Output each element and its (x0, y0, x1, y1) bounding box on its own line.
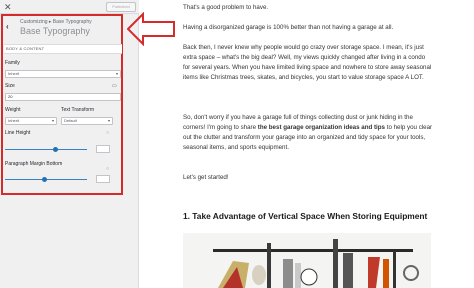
paragraph: So, don't worry if you have a garage ful… (183, 113, 433, 153)
weight-select[interactable]: Inherit ▾ (5, 117, 57, 125)
chevron-left-icon[interactable]: ‹ (6, 22, 9, 31)
garage-equipment-image (183, 233, 431, 288)
paragraph-margin-slider-thumb[interactable] (41, 177, 47, 182)
section-heading: 1. Take Advantage of Vertical Space When… (183, 211, 428, 221)
family-select[interactable]: Inherit ▾ (5, 70, 121, 78)
paragraph: That's a good problem to have. (183, 4, 269, 11)
arrow-left-icon (127, 12, 175, 46)
reset-icon[interactable]: ○ (106, 166, 109, 172)
paragraph: Let's get started! (183, 174, 229, 181)
paragraph: Having a disorganized garage is 100% bet… (183, 24, 394, 31)
transform-label: Text Transform (61, 107, 95, 113)
family-value: Inherit (8, 71, 20, 76)
panel-title: Base Typography (20, 26, 90, 36)
paragraph-margin-label: Paragraph Margin Bottom (5, 161, 63, 167)
group-header: BODY & CONTENT (4, 44, 122, 54)
reset-icon[interactable]: ○ (106, 130, 109, 136)
publish-button[interactable]: Published (106, 2, 136, 12)
weight-value: Inherit (8, 118, 20, 123)
paragraph-margin-input[interactable] (96, 175, 110, 183)
paragraph: Back then, I never knew why people would… (183, 44, 432, 81)
line-height-label: Line Height (5, 130, 31, 136)
chevron-down-icon: ▾ (107, 118, 110, 123)
text-transform-select[interactable]: Default ▾ (61, 117, 113, 125)
base-typography-panel: ‹ Customizing ▸ Base Typography Base Typ… (1, 14, 123, 195)
chevron-down-icon: ▾ (115, 71, 118, 76)
paragraph-bold-text: the best garage organization ideas and t… (257, 124, 385, 131)
family-label: Family (5, 60, 20, 66)
transform-value: Default (64, 118, 77, 123)
line-height-slider[interactable] (5, 149, 87, 150)
breadcrumb: Customizing ▸ Base Typography (20, 19, 92, 25)
customizer-screen: ✕ Published ‹ Customizing ▸ Base Typogra… (0, 0, 474, 288)
line-height-slider-thumb[interactable] (53, 147, 59, 152)
customizer-topbar: ✕ Published (0, 0, 139, 14)
garage-photo (183, 233, 431, 288)
weight-label: Weight (5, 107, 21, 113)
customizer-sidebar: ✕ Published ‹ Customizing ▸ Base Typogra… (0, 0, 139, 288)
chevron-down-icon: ▾ (51, 118, 54, 123)
size-input[interactable]: 20 (5, 93, 121, 101)
desktop-icon[interactable]: ▭ (112, 83, 117, 89)
size-label: Size (5, 83, 15, 89)
line-height-input[interactable] (96, 145, 110, 153)
close-icon[interactable]: ✕ (4, 1, 12, 13)
